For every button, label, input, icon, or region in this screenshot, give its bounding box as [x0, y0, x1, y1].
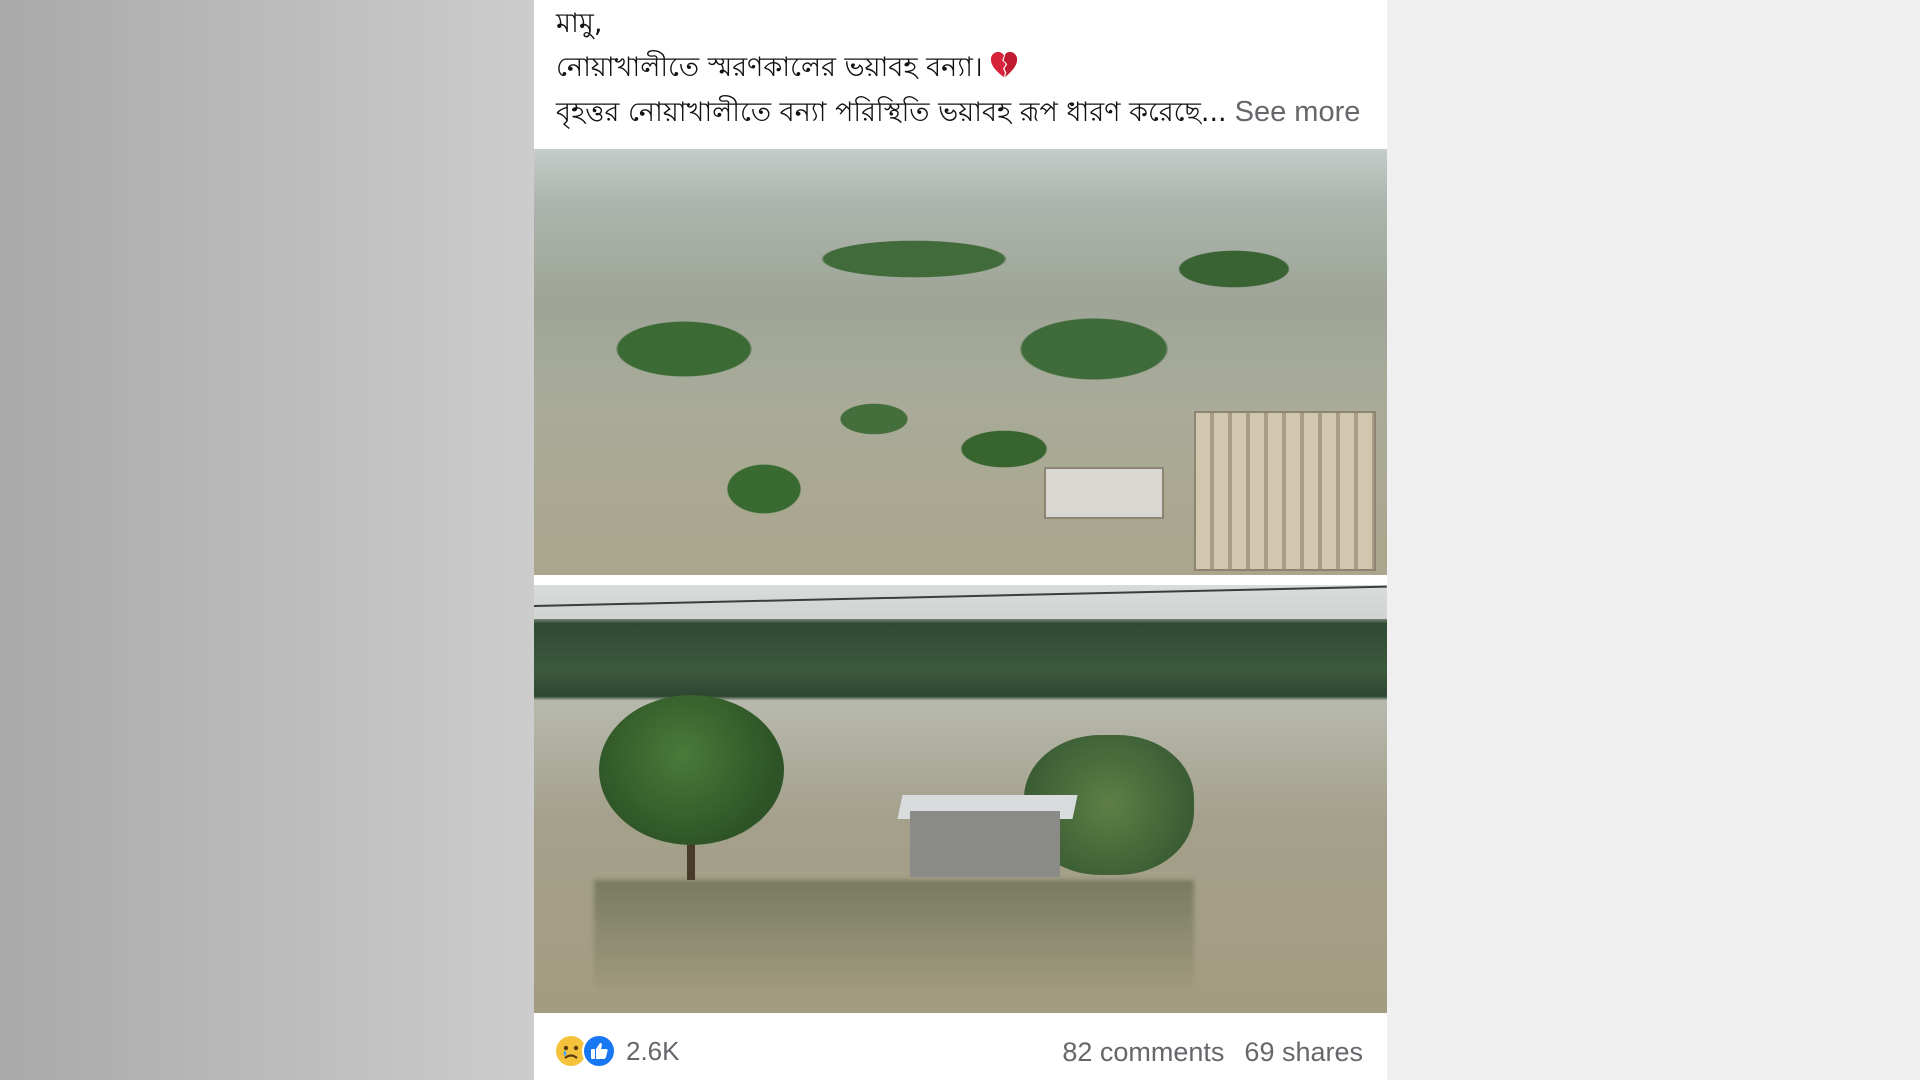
- photo-divider: [534, 575, 1387, 585]
- water-reflection: [594, 880, 1194, 990]
- facebook-post: মামু, নোয়াখালীতে স্মরণকালের ভয়াবহ বন্য…: [534, 0, 1387, 1080]
- small-building: [1044, 467, 1164, 519]
- post-footer: 2.6K 82 comments 69 shares: [534, 1013, 1387, 1080]
- post-stats: 82 comments 69 shares: [1062, 1037, 1363, 1068]
- power-line: [534, 585, 1387, 607]
- house: [910, 811, 1060, 877]
- like-reaction-icon: [582, 1034, 616, 1068]
- flood-aerial-photo[interactable]: [534, 149, 1387, 575]
- reaction-count: 2.6K: [626, 1035, 680, 1066]
- flood-house-photo[interactable]: [534, 585, 1387, 1013]
- post-line-2-text: নোয়াখালীতে স্মরণকালের ভয়াবহ বন্যা।: [556, 52, 983, 83]
- post-text: মামু, নোয়াখালীতে স্মরণকালের ভয়াবহ বন্য…: [556, 2, 1365, 135]
- shares-count[interactable]: 69 shares: [1244, 1037, 1363, 1068]
- broken-heart-icon: [990, 51, 1017, 78]
- post-line-3-text: বৃহত্তর নোয়াখালীতে বন্যা পরিস্থিতি ভয়া…: [556, 97, 1227, 128]
- reaction-summary[interactable]: 2.6K: [554, 1033, 680, 1069]
- post-line-1: মামু,: [556, 8, 603, 39]
- post-line-3: বৃহত্তর নোয়াখালীতে বন্যা পরিস্থিতি ভয়া…: [556, 90, 1365, 135]
- tree: [599, 695, 784, 845]
- large-building: [1194, 411, 1376, 571]
- post-line-2: নোয়াখালীতে স্মরণকালের ভয়াবহ বন্যা।: [556, 46, 1365, 90]
- see-more-link[interactable]: See more: [1235, 96, 1361, 128]
- comments-count[interactable]: 82 comments: [1062, 1037, 1224, 1068]
- background-right: [1387, 0, 1920, 1080]
